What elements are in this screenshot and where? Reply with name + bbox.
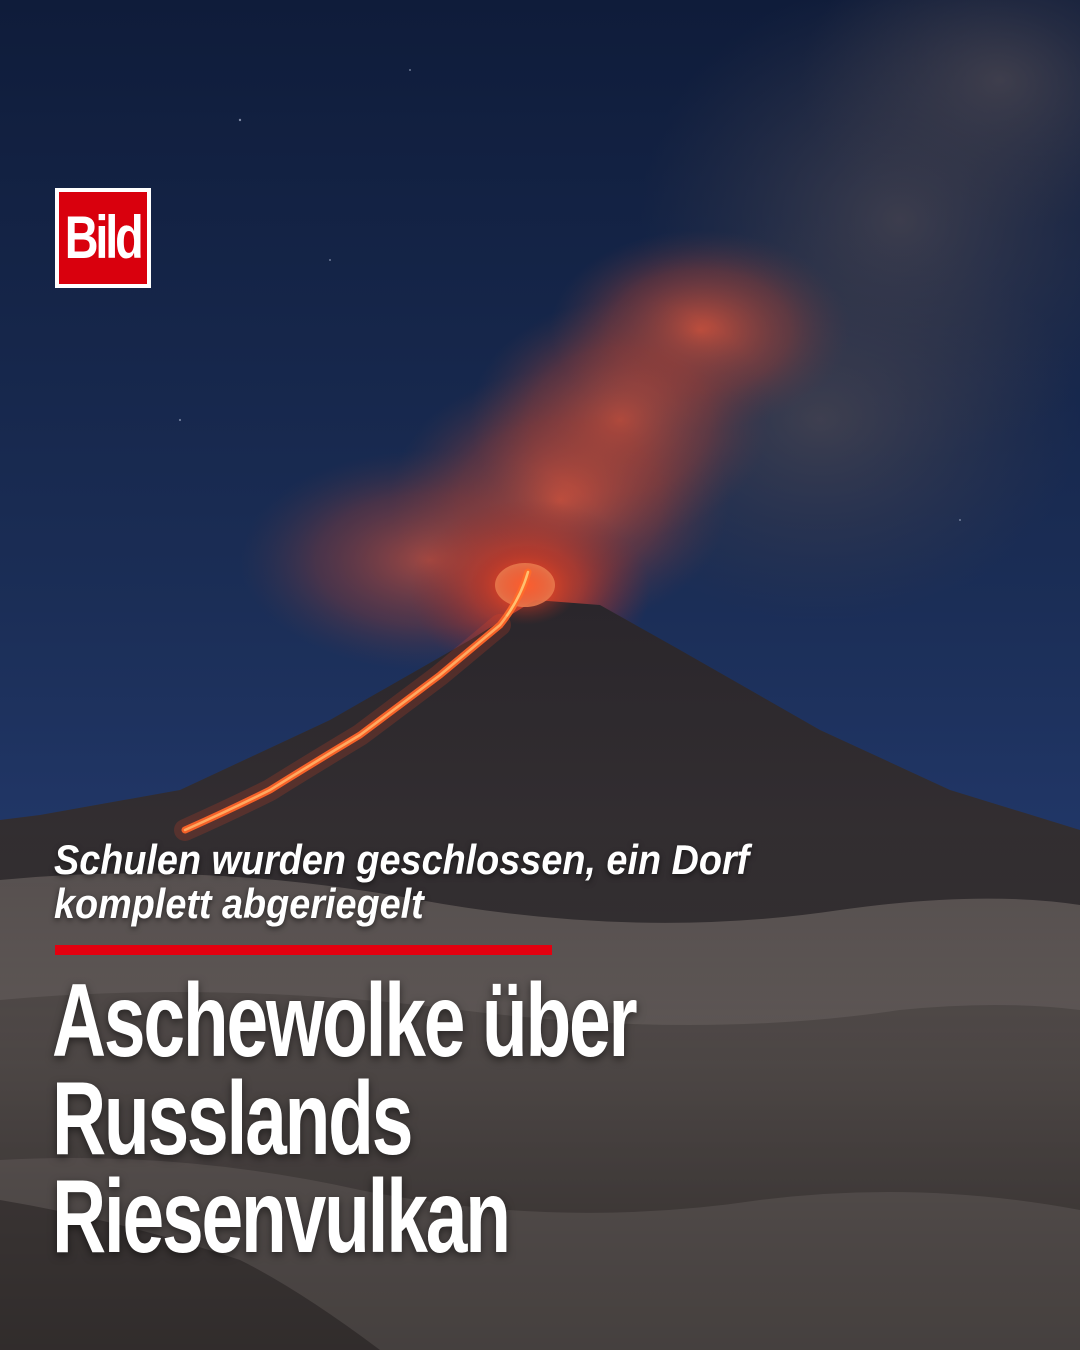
post-card: Bild Schulen wurden geschlossen, ein Dor… (0, 0, 1080, 1350)
headline-line-2: Russlands Riesenvulkan (52, 1061, 511, 1275)
article-kicker: Schulen wurden geschlossen, ein Dorf kom… (54, 836, 750, 927)
headline-divider (55, 945, 552, 955)
bild-logo-text: Bild (65, 204, 144, 271)
article-headline[interactable]: Aschewolke über Russlands Riesenvulkan (52, 963, 844, 1275)
bild-logo[interactable]: Bild (55, 188, 151, 288)
headline-line-1: Aschewolke über (52, 963, 638, 1079)
